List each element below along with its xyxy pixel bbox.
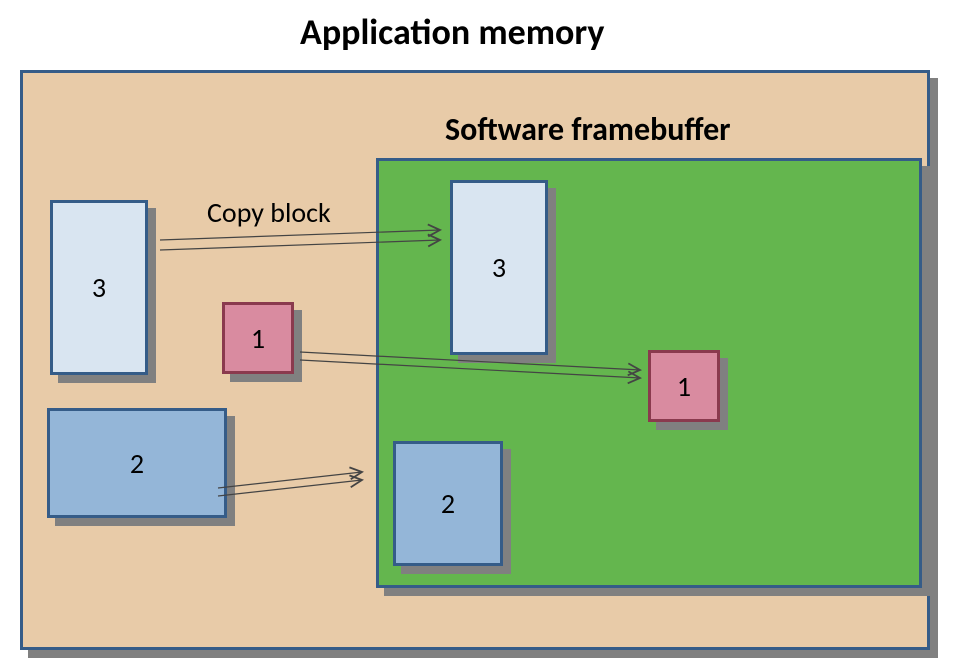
block-1-right: 1 bbox=[648, 350, 720, 422]
block-3-right-label: 3 bbox=[453, 250, 545, 285]
block-1-right-label: 1 bbox=[651, 369, 717, 404]
block-3-right: 3 bbox=[450, 180, 548, 355]
copy-block-label: Copy block bbox=[207, 195, 331, 230]
block-2-left-label: 2 bbox=[50, 446, 224, 481]
framebuffer-title: Software framebuffer bbox=[445, 110, 731, 149]
block-2-left: 2 bbox=[47, 408, 227, 518]
block-1-left: 1 bbox=[222, 302, 294, 374]
block-2-right: 2 bbox=[393, 441, 503, 566]
block-3-left: 3 bbox=[50, 200, 148, 375]
block-2-right-label: 2 bbox=[396, 486, 500, 521]
diagram-title: Application memory bbox=[300, 10, 604, 54]
block-1-left-label: 1 bbox=[225, 321, 291, 356]
block-3-left-label: 3 bbox=[53, 270, 145, 305]
